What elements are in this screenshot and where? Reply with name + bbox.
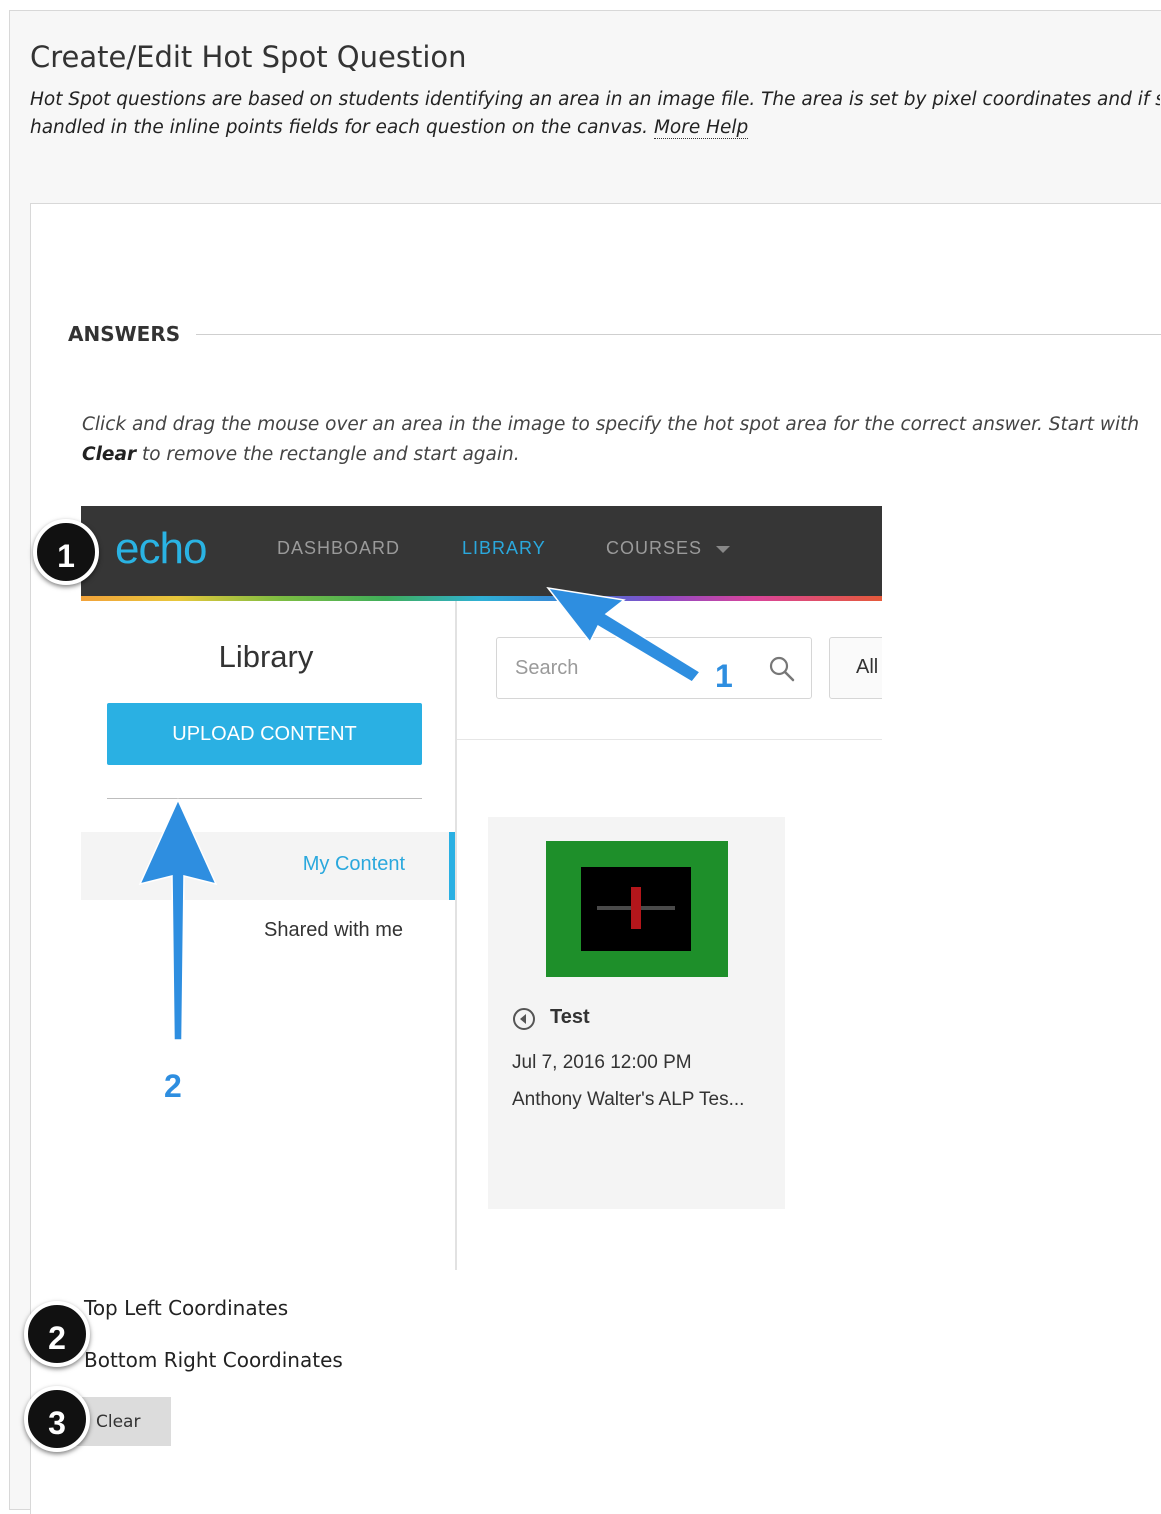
media-thumbnail bbox=[546, 841, 728, 977]
instruction-line-1: Click and drag the mouse over an area in… bbox=[82, 414, 1140, 435]
bottom-right-coordinates-label: Bottom Right Coordinates bbox=[84, 1348, 343, 1372]
library-title: Library bbox=[218, 639, 314, 674]
answers-heading: ANSWERS bbox=[68, 322, 181, 346]
page-title: Create/Edit Hot Spot Question bbox=[30, 40, 467, 74]
thumbnail-red-marker bbox=[631, 887, 641, 929]
callout-2: 2 bbox=[24, 1301, 90, 1367]
top-left-coordinates-label: Top Left Coordinates bbox=[84, 1296, 289, 1320]
callout-3: 3 bbox=[24, 1386, 90, 1452]
nav-library[interactable]: LIBRARY bbox=[462, 538, 546, 559]
sidebar-item-my-content[interactable]: My Content bbox=[81, 832, 455, 900]
more-help-link[interactable]: More Help bbox=[653, 117, 749, 139]
clear-button[interactable]: Clear bbox=[76, 1397, 171, 1446]
play-circle-icon bbox=[513, 1008, 535, 1030]
instruction-line-2-rest: to remove the rectangle and start again. bbox=[136, 444, 520, 465]
nav-courses[interactable]: COURSES bbox=[606, 538, 731, 559]
description-line-1: Hot Spot questions are based on students… bbox=[30, 89, 1160, 110]
answers-instructions: Click and drag the mouse over an area in… bbox=[82, 410, 1157, 470]
arrow-label-2: 2 bbox=[164, 1068, 182, 1104]
chevron-down-icon bbox=[716, 545, 731, 553]
description-line-2-text: handled in the inline points fields for … bbox=[30, 117, 649, 138]
search-icon[interactable] bbox=[767, 654, 797, 684]
echo-navbar: echo DASHBOARD LIBRARY COURSES bbox=[81, 506, 882, 596]
sidebar-item-shared-with-me[interactable]: Shared with me bbox=[264, 919, 403, 942]
thumbnail-frame bbox=[581, 867, 691, 951]
instruction-clear-word: Clear bbox=[82, 444, 137, 465]
media-card[interactable]: Test Jul 7, 2016 12:00 PM Anthony Walter… bbox=[488, 817, 785, 1209]
arrow-label-1: 1 bbox=[715, 658, 733, 694]
media-title: Test bbox=[550, 1006, 590, 1028]
page-description: Hot Spot questions are based on students… bbox=[30, 86, 1160, 142]
upload-content-button[interactable]: UPLOAD CONTENT bbox=[107, 703, 422, 765]
hot-spot-image[interactable]: echo DASHBOARD LIBRARY COURSES Library U… bbox=[81, 506, 882, 1270]
echo-logo: echo bbox=[115, 524, 207, 573]
media-date: Jul 7, 2016 12:00 PM bbox=[512, 1052, 692, 1073]
instruction-line-2: Clear to remove the rectangle and start … bbox=[82, 440, 1157, 470]
nav-dashboard[interactable]: DASHBOARD bbox=[277, 538, 400, 559]
sidebar-divider bbox=[107, 798, 422, 799]
callout-1: 1 bbox=[33, 519, 99, 585]
search-box bbox=[496, 637, 812, 699]
library-sidebar: Library UPLOAD CONTENT My Content Shared… bbox=[81, 601, 457, 1270]
content-header-divider bbox=[457, 739, 882, 740]
nav-courses-label: COURSES bbox=[606, 538, 703, 558]
description-line-2: handled in the inline points fields for … bbox=[30, 114, 1160, 142]
filter-all-button[interactable]: All bbox=[829, 637, 882, 699]
answers-divider bbox=[196, 334, 1161, 335]
media-owner: Anthony Walter's ALP Tes... bbox=[512, 1089, 745, 1110]
sidebar-item-label: My Content bbox=[302, 853, 405, 875]
